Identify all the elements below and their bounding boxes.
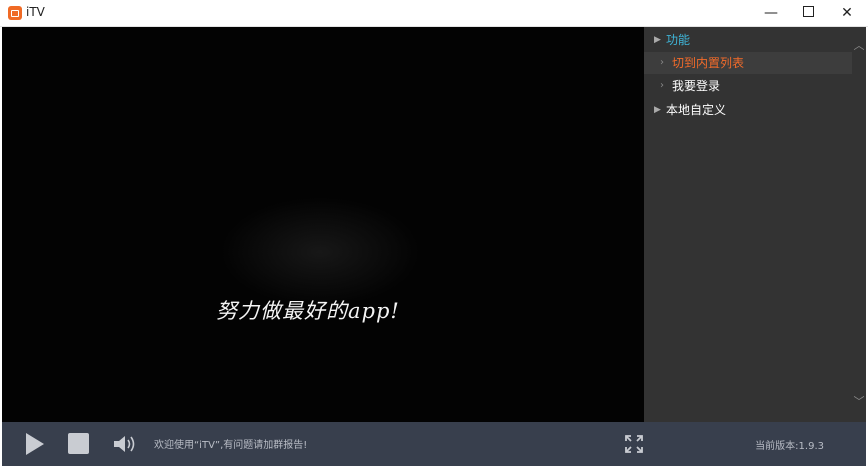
version-label: 当前版本:1.9.3: [755, 441, 824, 452]
play-icon[interactable]: [26, 433, 44, 455]
window-title: iTV: [26, 5, 45, 19]
panel-item-features[interactable]: ▶ 功能: [644, 29, 852, 51]
minimize-button[interactable]: —: [752, 0, 790, 26]
scroll-down-button[interactable]: ﹀: [852, 395, 866, 409]
video-caption: 努力做最好的app!: [216, 299, 400, 323]
video-player[interactable]: 努力做最好的app!: [2, 27, 644, 422]
scroll-up-button[interactable]: ︿: [852, 39, 866, 53]
title-bar: iTV — ✕: [0, 0, 868, 27]
itv-logo-icon: [8, 6, 22, 20]
video-background-graphic: [220, 197, 420, 307]
expand-arrow-icon: ▶: [654, 105, 661, 115]
panel-item-switch-builtin-list[interactable]: › 切到内置列表: [644, 52, 852, 74]
control-bar: 欢迎使用“iTV”,有问题请加群报告! 当前版本:1.9.3: [2, 422, 866, 466]
expand-arrow-icon: ▶: [654, 35, 661, 45]
channel-panel: ▶ 功能 › 切到内置列表 › 我要登录 ▶ 本地自定义 ︿ ﹀: [644, 27, 866, 422]
panel-item-label: 本地自定义: [666, 103, 727, 117]
chevron-right-icon: ›: [660, 80, 664, 91]
fullscreen-icon[interactable]: [624, 434, 644, 454]
chevron-right-icon: ›: [660, 57, 664, 68]
app-window: iTV — ✕ 努力做最好的app! ▶ 功能 › 切到内置列表 › 我要登录 …: [0, 0, 868, 467]
panel-item-label: 切到内置列表: [672, 56, 745, 70]
close-button[interactable]: ✕: [828, 0, 866, 26]
panel-item-login[interactable]: › 我要登录: [644, 75, 852, 97]
maximize-button[interactable]: [789, 0, 827, 26]
volume-icon[interactable]: [112, 434, 138, 454]
panel-item-label: 我要登录: [672, 79, 721, 93]
status-message: 欢迎使用“iTV”,有问题请加群报告!: [154, 440, 308, 451]
maximize-icon: [802, 6, 814, 17]
panel-item-label: 功能: [666, 33, 691, 47]
panel-item-local-custom[interactable]: ▶ 本地自定义: [644, 99, 852, 121]
stop-icon[interactable]: [68, 433, 89, 454]
